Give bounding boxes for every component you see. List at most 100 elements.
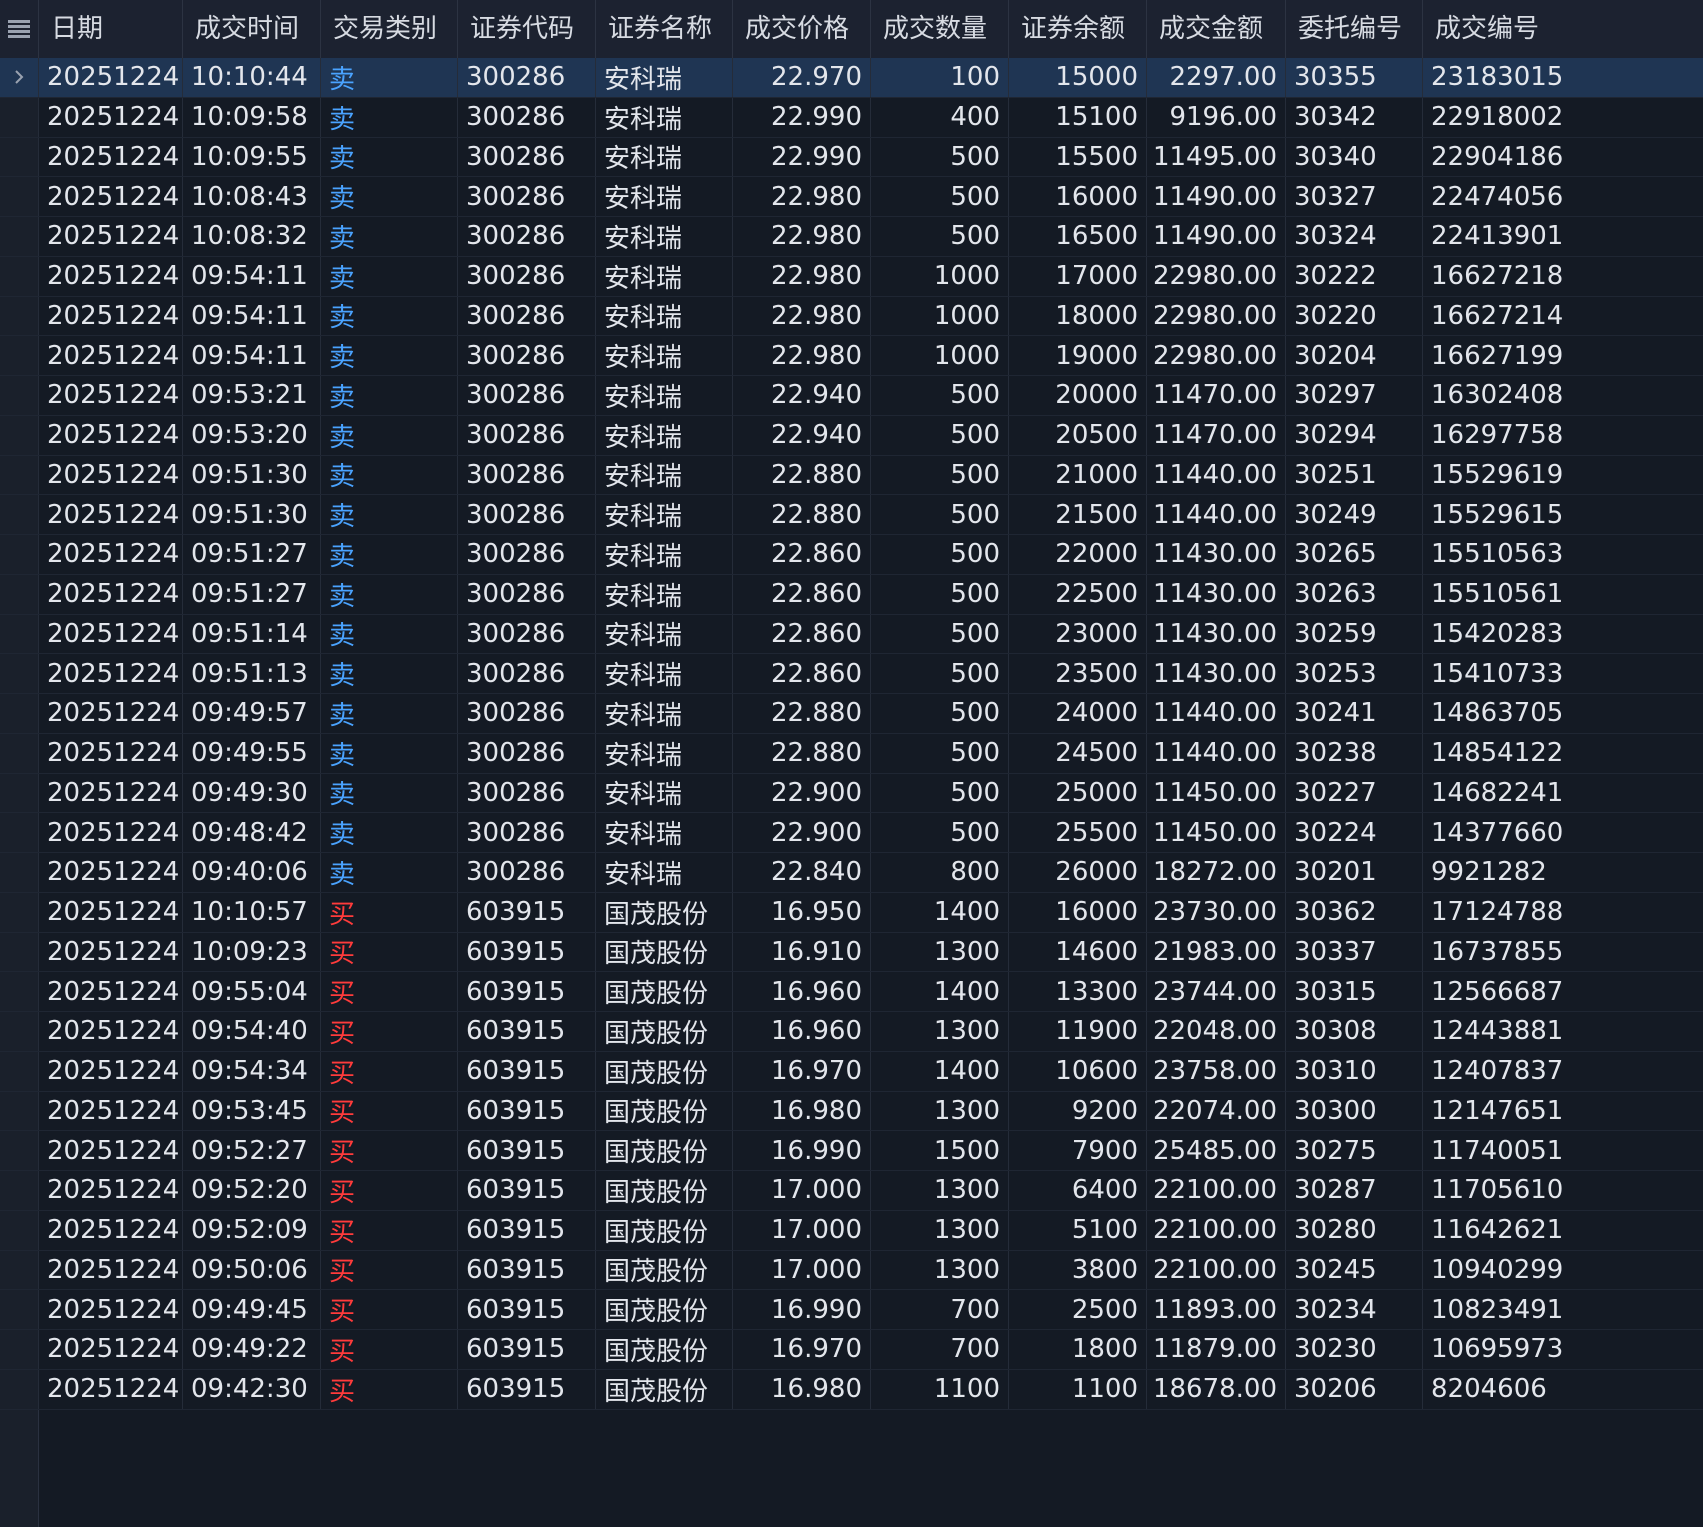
amount-cell: 11440.00 bbox=[1146, 694, 1285, 733]
row-header[interactable] bbox=[0, 972, 38, 1011]
table-row[interactable]: 20251224 09:55:04 买 603915 国茂股份 16.960 1400 133… bbox=[0, 972, 1703, 1012]
row-header[interactable] bbox=[0, 694, 38, 733]
table-row[interactable]: 20251224 09:52:27 买 603915 国茂股份 16.990 1500 790… bbox=[0, 1131, 1703, 1171]
header-col-amount[interactable]: 成交金额 bbox=[1146, 0, 1285, 58]
table-row[interactable]: 20251224 09:52:09 买 603915 国茂股份 17.000 1300 510… bbox=[0, 1210, 1703, 1251]
table-row[interactable]: 20251224 09:49:22 买 603915 国茂股份 16.970 700 1800… bbox=[0, 1330, 1703, 1370]
trade-cell: 10695973 bbox=[1422, 1330, 1703, 1369]
table-row[interactable]: 20251224 09:54:11 卖 300286 安科瑞 22.980 1000 1900… bbox=[0, 336, 1703, 376]
header-col-price[interactable]: 成交价格 bbox=[732, 0, 870, 58]
header-col-qty[interactable]: 成交数量 bbox=[870, 0, 1008, 58]
row-header[interactable] bbox=[0, 98, 38, 137]
table-row[interactable]: 20251224 09:51:14 卖 300286 安科瑞 22.860 500 23000… bbox=[0, 614, 1703, 655]
row-header[interactable] bbox=[0, 1251, 38, 1290]
row-header[interactable] bbox=[0, 1290, 38, 1329]
table-row[interactable]: 20251224 10:10:57 买 603915 国茂股份 16.950 1400 160… bbox=[0, 892, 1703, 933]
table-row[interactable]: 20251224 09:53:21 卖 300286 安科瑞 22.940 500 20000… bbox=[0, 376, 1703, 416]
table-row[interactable]: 20251224 09:49:45 买 603915 国茂股份 16.990 700 2500… bbox=[0, 1290, 1703, 1330]
table-row[interactable]: 20251224 10:09:23 买 603915 国茂股份 16.910 1300 146… bbox=[0, 932, 1703, 973]
table-row[interactable]: 20251224 09:49:30 卖 300286 安科瑞 22.900 500 25000… bbox=[0, 773, 1703, 814]
table-row[interactable]: 20251224 09:52:20 买 603915 国茂股份 17.000 1300 640… bbox=[0, 1171, 1703, 1211]
table-row[interactable]: 20251224 09:49:55 卖 300286 安科瑞 22.880 500 24500… bbox=[0, 733, 1703, 774]
row-header[interactable] bbox=[0, 336, 38, 375]
row-header[interactable] bbox=[0, 813, 38, 852]
row-header[interactable] bbox=[0, 893, 38, 932]
header-col-order[interactable]: 委托编号 bbox=[1285, 0, 1422, 58]
table-row[interactable]: 20251224 09:53:20 卖 300286 安科瑞 22.940 500 20500… bbox=[0, 415, 1703, 456]
order-cell: 30337 bbox=[1285, 932, 1422, 972]
table-row[interactable]: 20251224 09:50:06 买 603915 国茂股份 17.000 1300 380… bbox=[0, 1250, 1703, 1291]
header-col-date[interactable]: 日期 bbox=[38, 0, 182, 58]
qty-cell: 500 bbox=[870, 415, 1008, 455]
row-header[interactable] bbox=[0, 177, 38, 216]
header-col-time[interactable]: 成交时间 bbox=[182, 0, 320, 58]
date-cell: 20251224 bbox=[38, 1210, 182, 1250]
row-header[interactable] bbox=[0, 535, 38, 574]
row-header[interactable] bbox=[0, 416, 38, 455]
table-row[interactable]: 20251224 09:40:06 卖 300286 安科瑞 22.840 800 26000… bbox=[0, 853, 1703, 893]
table-row[interactable]: 20251224 10:09:55 卖 300286 安科瑞 22.990 500 15500… bbox=[0, 137, 1703, 178]
row-header[interactable] bbox=[0, 654, 38, 693]
header-col-side[interactable]: 交易类别 bbox=[320, 0, 457, 58]
side-cell: 卖 bbox=[320, 614, 457, 654]
trade-cell: 10940299 bbox=[1422, 1250, 1703, 1290]
table-row[interactable]: 20251224 10:09:58 卖 300286 安科瑞 22.990 400 15100… bbox=[0, 97, 1703, 138]
row-header[interactable] bbox=[0, 456, 38, 495]
order-cell: 30280 bbox=[1285, 1210, 1422, 1250]
side-cell: 买 bbox=[320, 1369, 457, 1409]
time-cell: 09:49:45 bbox=[182, 1290, 320, 1329]
table-row[interactable]: 20251224 10:08:43 卖 300286 安科瑞 22.980 500 16000… bbox=[0, 177, 1703, 217]
row-header[interactable] bbox=[0, 615, 38, 654]
table-row[interactable]: 20251224 09:54:34 买 603915 国茂股份 16.970 1400 106… bbox=[0, 1051, 1703, 1092]
row-header[interactable] bbox=[0, 734, 38, 773]
table-row[interactable]: 20251224 09:54:11 卖 300286 安科瑞 22.980 1000 1700… bbox=[0, 256, 1703, 297]
table-row[interactable]: 20251224 09:51:13 卖 300286 安科瑞 22.860 500 23500… bbox=[0, 654, 1703, 694]
row-header[interactable] bbox=[0, 933, 38, 972]
table-row[interactable]: 20251224 09:42:30 买 603915 国茂股份 16.980 1100 110… bbox=[0, 1369, 1703, 1410]
table-row[interactable]: 20251224 09:51:27 卖 300286 安科瑞 22.860 500 22500… bbox=[0, 574, 1703, 615]
side-cell: 卖 bbox=[320, 58, 457, 97]
header-col-name[interactable]: 证券名称 bbox=[595, 0, 732, 58]
row-header[interactable] bbox=[0, 1211, 38, 1250]
amount-cell: 25485.00 bbox=[1146, 1131, 1285, 1170]
table-row[interactable]: 20251224 09:54:40 买 603915 国茂股份 16.960 1300 119… bbox=[0, 1012, 1703, 1052]
trade-cell: 22413901 bbox=[1422, 217, 1703, 256]
header-col-code[interactable]: 证券代码 bbox=[457, 0, 595, 58]
table-row[interactable]: 20251224 09:51:30 卖 300286 安科瑞 22.880 500 21000… bbox=[0, 455, 1703, 496]
row-header[interactable] bbox=[0, 853, 38, 892]
row-header[interactable] bbox=[0, 376, 38, 415]
row-header[interactable] bbox=[0, 297, 38, 336]
table-row[interactable]: 20251224 09:48:42 卖 300286 安科瑞 22.900 500 25500… bbox=[0, 813, 1703, 853]
row-header[interactable] bbox=[0, 138, 38, 177]
time-cell: 09:51:14 bbox=[182, 614, 320, 654]
row-header[interactable] bbox=[0, 1012, 38, 1051]
row-header[interactable] bbox=[0, 575, 38, 614]
row-header[interactable] bbox=[0, 257, 38, 296]
order-cell: 30241 bbox=[1285, 694, 1422, 733]
date-cell: 20251224 bbox=[38, 694, 182, 733]
row-header[interactable] bbox=[0, 774, 38, 813]
time-cell: 09:54:11 bbox=[182, 296, 320, 336]
column-menu-button[interactable] bbox=[0, 0, 38, 58]
row-header[interactable] bbox=[0, 1370, 38, 1409]
table-row[interactable]: 20251224 09:54:11 卖 300286 安科瑞 22.980 1000 1800… bbox=[0, 296, 1703, 337]
table-row[interactable]: 20251224 09:51:30 卖 300286 安科瑞 22.880 500 21500… bbox=[0, 495, 1703, 535]
row-header[interactable] bbox=[0, 495, 38, 534]
table-row[interactable]: 20251224 09:49:57 卖 300286 安科瑞 22.880 500 24000… bbox=[0, 694, 1703, 734]
header-col-trade[interactable]: 成交编号 bbox=[1422, 0, 1703, 58]
header-col-balance[interactable]: 证券余额 bbox=[1008, 0, 1146, 58]
row-header[interactable] bbox=[0, 217, 38, 256]
row-header[interactable] bbox=[0, 1052, 38, 1091]
row-header[interactable] bbox=[0, 1092, 38, 1131]
code-cell: 603915 bbox=[457, 932, 595, 972]
row-header[interactable] bbox=[0, 1171, 38, 1210]
row-header[interactable] bbox=[0, 1131, 38, 1170]
price-cell: 16.970 bbox=[732, 1051, 870, 1091]
side-cell: 卖 bbox=[320, 455, 457, 495]
table-row[interactable]: 20251224 09:53:45 买 603915 国茂股份 16.980 1300 920… bbox=[0, 1091, 1703, 1132]
row-header[interactable] bbox=[0, 1330, 38, 1369]
table-row[interactable]: 20251224 09:51:27 卖 300286 安科瑞 22.860 500 22000… bbox=[0, 535, 1703, 575]
table-row[interactable]: 20251224 10:08:32 卖 300286 安科瑞 22.980 500 16500… bbox=[0, 217, 1703, 257]
table-row[interactable]: 20251224 10:10:44 卖 300286 安科瑞 22.970 100 15000… bbox=[0, 58, 1703, 98]
row-header[interactable] bbox=[0, 58, 38, 97]
